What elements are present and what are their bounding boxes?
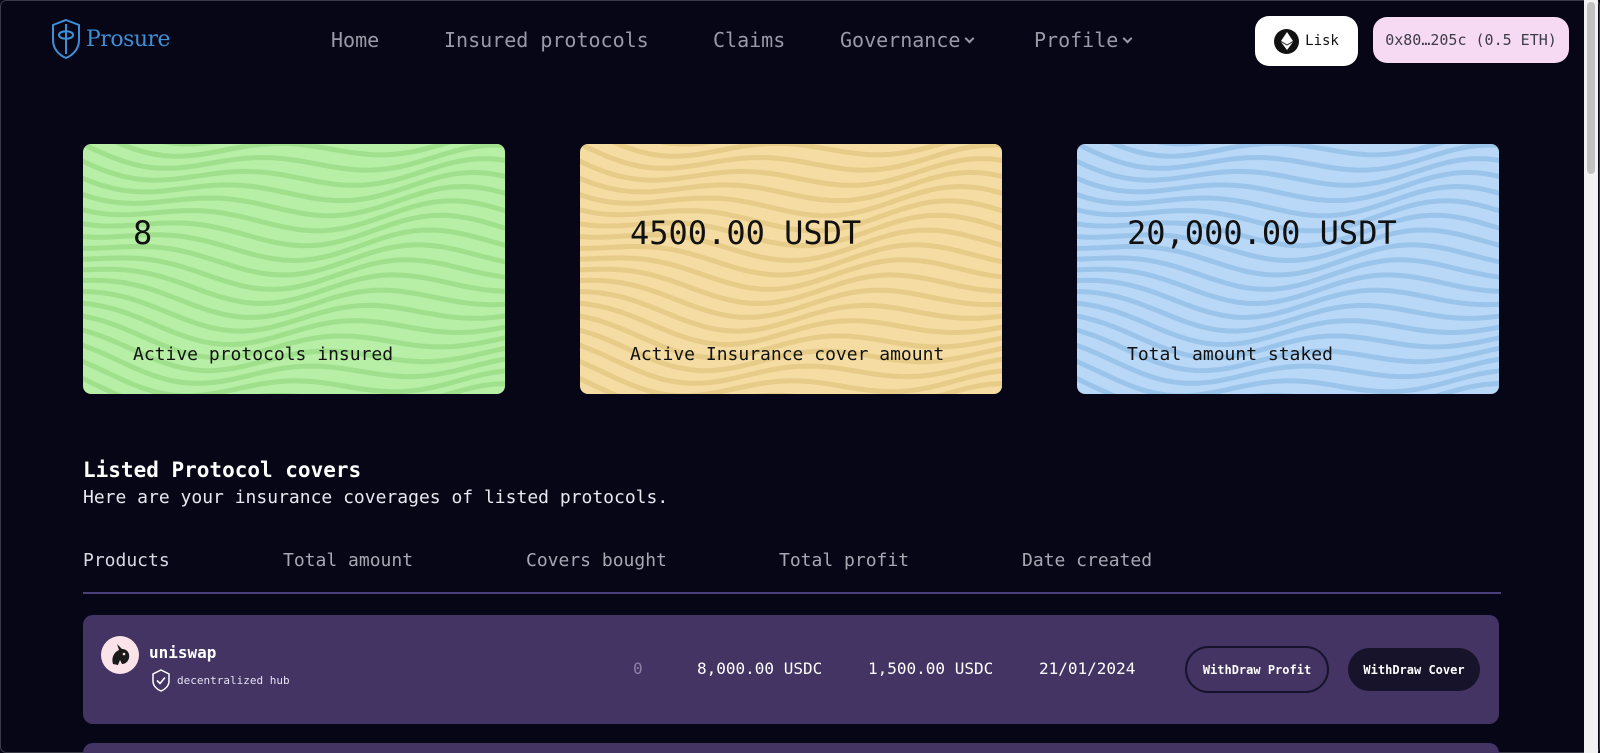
uniswap-unicorn-icon [101, 636, 139, 674]
nav-insured-protocols[interactable]: Insured protocols [444, 28, 649, 52]
wallet-account-button[interactable]: 0x80…205c (0.5 ETH) [1373, 17, 1569, 63]
column-header-covers-bought: Covers bought [526, 550, 667, 571]
stat-label: Total amount staked [1127, 344, 1333, 365]
network-selector-button[interactable]: Lisk [1255, 16, 1358, 66]
covers-bought-value: 0 [633, 659, 643, 678]
scrollbar-thumb[interactable] [1587, 2, 1595, 174]
chevron-down-icon [1122, 33, 1133, 43]
nav-home[interactable]: Home [331, 28, 379, 52]
stat-value: 8 [133, 214, 153, 252]
stat-label: Active Insurance cover amount [630, 344, 945, 365]
shield-check-icon [152, 669, 170, 692]
network-label: Lisk [1305, 33, 1339, 49]
stat-card-total-staked: 20,000.00 USDT Total amount staked [1077, 144, 1499, 394]
total-profit-value: 1,500.00 USDC [868, 659, 994, 678]
wallet-address: 0x80…205c (0.5 ETH) [1385, 31, 1557, 49]
total-amount-value: 8,000.00 USDC [697, 659, 823, 678]
nav-profile-label: Profile [1034, 28, 1119, 52]
shield-logo-icon [52, 18, 80, 60]
column-header-date-created: Date created [1022, 550, 1153, 571]
withdraw-cover-button[interactable]: WithDraw Cover [1348, 648, 1480, 691]
chevron-down-icon [964, 33, 975, 43]
brand-logo[interactable]: Prosure [50, 18, 171, 60]
section-title: Listed Protocol covers [83, 458, 362, 482]
table-row: uniswap decentralized hub 0 8,000.00 USD… [83, 615, 1499, 724]
stat-card-active-protocols: 8 Active protocols insured [83, 144, 505, 394]
column-header-total-profit: Total profit [779, 550, 910, 571]
nav-profile[interactable]: Profile [1034, 28, 1133, 52]
ethereum-icon [1274, 28, 1300, 54]
nav-claims-label: Claims [713, 28, 786, 52]
section-subtitle: Here are your insurance coverages of lis… [83, 487, 669, 508]
column-header-total-amount: Total amount [283, 550, 414, 571]
product-category-label: decentralized hub [177, 674, 290, 687]
stat-label: Active protocols insured [133, 344, 394, 365]
brand-name: Prosure [86, 26, 171, 52]
withdraw-profit-button[interactable]: WithDraw Profit [1185, 646, 1329, 693]
table-header-divider [83, 592, 1501, 594]
product-name: uniswap [149, 643, 217, 662]
nav-governance-label: Governance [840, 28, 961, 52]
stat-card-cover-amount: 4500.00 USDT Active Insurance cover amou… [580, 144, 1002, 394]
page-scrollbar[interactable] [1584, 0, 1598, 753]
stat-value: 4500.00 USDT [630, 214, 862, 252]
table-row [83, 743, 1499, 753]
nav-claims[interactable]: Claims [713, 28, 785, 52]
date-created-value: 21/01/2024 [1039, 659, 1136, 678]
nav-insured-protocols-label: Insured protocols [444, 28, 649, 52]
product-category: decentralized hub [151, 669, 290, 692]
nav-governance[interactable]: Governance [840, 28, 975, 52]
column-header-products: Products [83, 550, 170, 571]
stat-value: 20,000.00 USDT [1127, 214, 1397, 252]
nav-home-label: Home [331, 28, 380, 52]
